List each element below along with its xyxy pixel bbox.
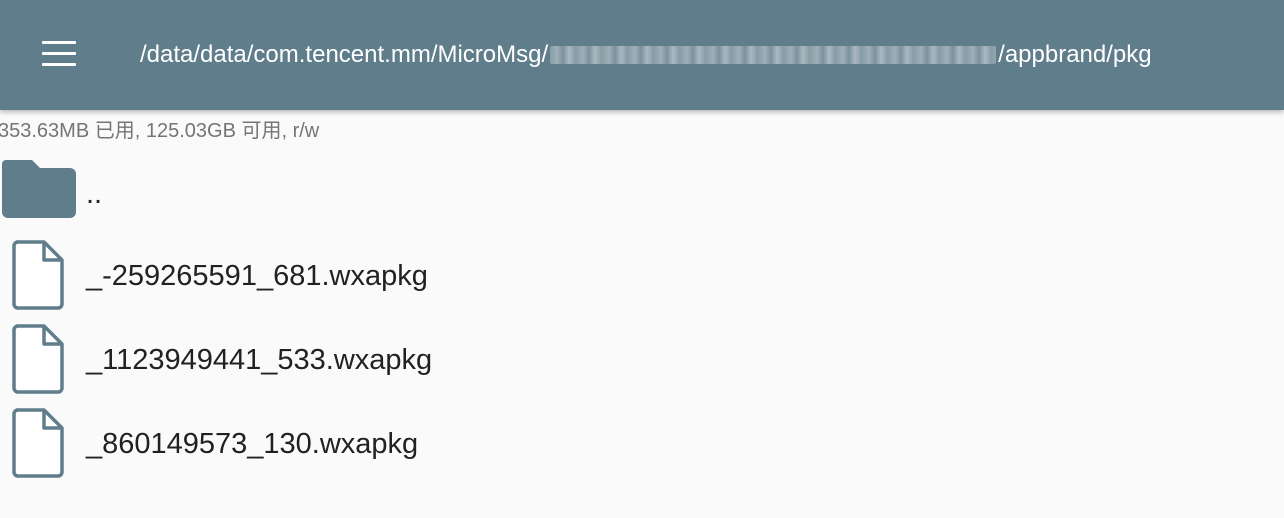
current-path[interactable]: /data/data/com.tencent.mm/MicroMsg/ /app…: [140, 38, 1152, 72]
file-name: _860149573_130.wxapkg: [86, 428, 419, 460]
file-name: ..: [86, 178, 103, 210]
hamburger-menu-icon[interactable]: [30, 28, 90, 80]
redacted-path-segment: [550, 46, 997, 64]
list-item-file[interactable]: _-259265591_681.wxapkg: [0, 236, 1284, 316]
path-suffix: /appbrand/pkg: [998, 41, 1152, 68]
file-name: _1123949441_533.wxapkg: [86, 344, 433, 376]
app-bar: /data/data/com.tencent.mm/MicroMsg/ /app…: [0, 0, 1284, 110]
file-name: _-259265591_681.wxapkg: [86, 260, 428, 292]
storage-info: 353.63MB 已用, 125.03GB 可用, r/w: [0, 120, 320, 142]
folder-icon: [2, 160, 76, 218]
path-prefix: /data/data/com.tencent.mm/MicroMsg/: [140, 41, 549, 68]
list-item-parent-folder[interactable]: ..: [0, 150, 1284, 230]
list-item-file[interactable]: _860149573_130.wxapkg: [0, 406, 1284, 486]
list-item-file[interactable]: _1123949441_533.wxapkg: [0, 322, 1284, 402]
file-icon: [12, 240, 64, 310]
file-icon: [12, 324, 64, 394]
file-icon: [12, 408, 64, 478]
